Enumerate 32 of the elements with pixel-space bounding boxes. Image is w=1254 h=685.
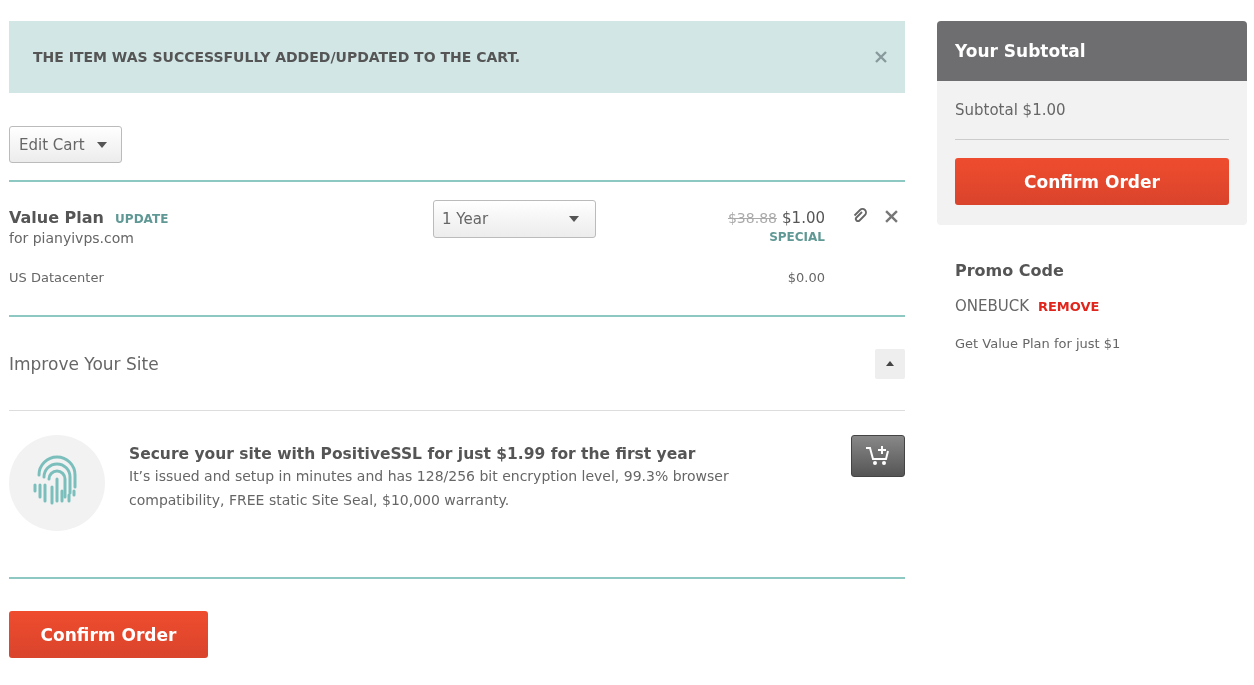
caret-icon	[569, 216, 579, 222]
collapse-button[interactable]	[875, 348, 905, 379]
promo-title: Promo Code	[955, 261, 1065, 280]
remove-icon[interactable]	[885, 209, 898, 223]
offer-title: Secure your site with PositiveSSL for just $1.99 for the first year	[129, 445, 697, 463]
alert-message: THE ITEM WAS SUCCESSFULLY ADDED/UPDATED TO THE CART.	[33, 49, 521, 65]
section-title: Improve Your Site	[9, 353, 159, 374]
edit-cart-dropdown[interactable]: Edit Cart	[9, 126, 122, 163]
old-price: $38.88	[727, 210, 777, 226]
subtotal-text: Subtotal $1.00	[955, 81, 1229, 140]
confirm-order-button[interactable]: Confirm Order	[9, 611, 208, 658]
addon-price: $0.00	[787, 270, 825, 285]
special-tag: SPECIAL	[596, 230, 825, 244]
paperclip-icon[interactable]	[852, 208, 868, 224]
fingerprint-icon	[9, 435, 105, 531]
confirm-order-button[interactable]: Confirm Order	[955, 158, 1229, 205]
promo-note: Get Value Plan for just $1	[955, 336, 1122, 351]
offer-description: It’s issued and setup in minutes and has 128/256 bit encryption level, 99.3% browser compatibility, FREE static Site Seal, $10,000 warranty.	[129, 467, 730, 510]
update-link[interactable]: UPDATE	[115, 212, 169, 226]
triangle-up-icon	[886, 361, 894, 366]
close-icon[interactable]	[875, 51, 887, 63]
remove-link[interactable]: REMOVE	[1037, 299, 1100, 314]
price: $1.00	[782, 209, 825, 227]
addon-name: US Datacenter	[9, 270, 104, 285]
domain-text: for pianyivps.com	[9, 230, 135, 246]
add-to-cart-button[interactable]	[851, 435, 905, 477]
cart-plus-icon	[865, 445, 891, 467]
card-title: Your Subtotal	[955, 41, 1086, 61]
term-dropdown[interactable]: 1 Year	[433, 200, 596, 238]
promo-code: ONEBUCK	[955, 297, 1030, 315]
product-name: Value Plan	[9, 208, 104, 227]
caret-icon	[96, 141, 107, 148]
